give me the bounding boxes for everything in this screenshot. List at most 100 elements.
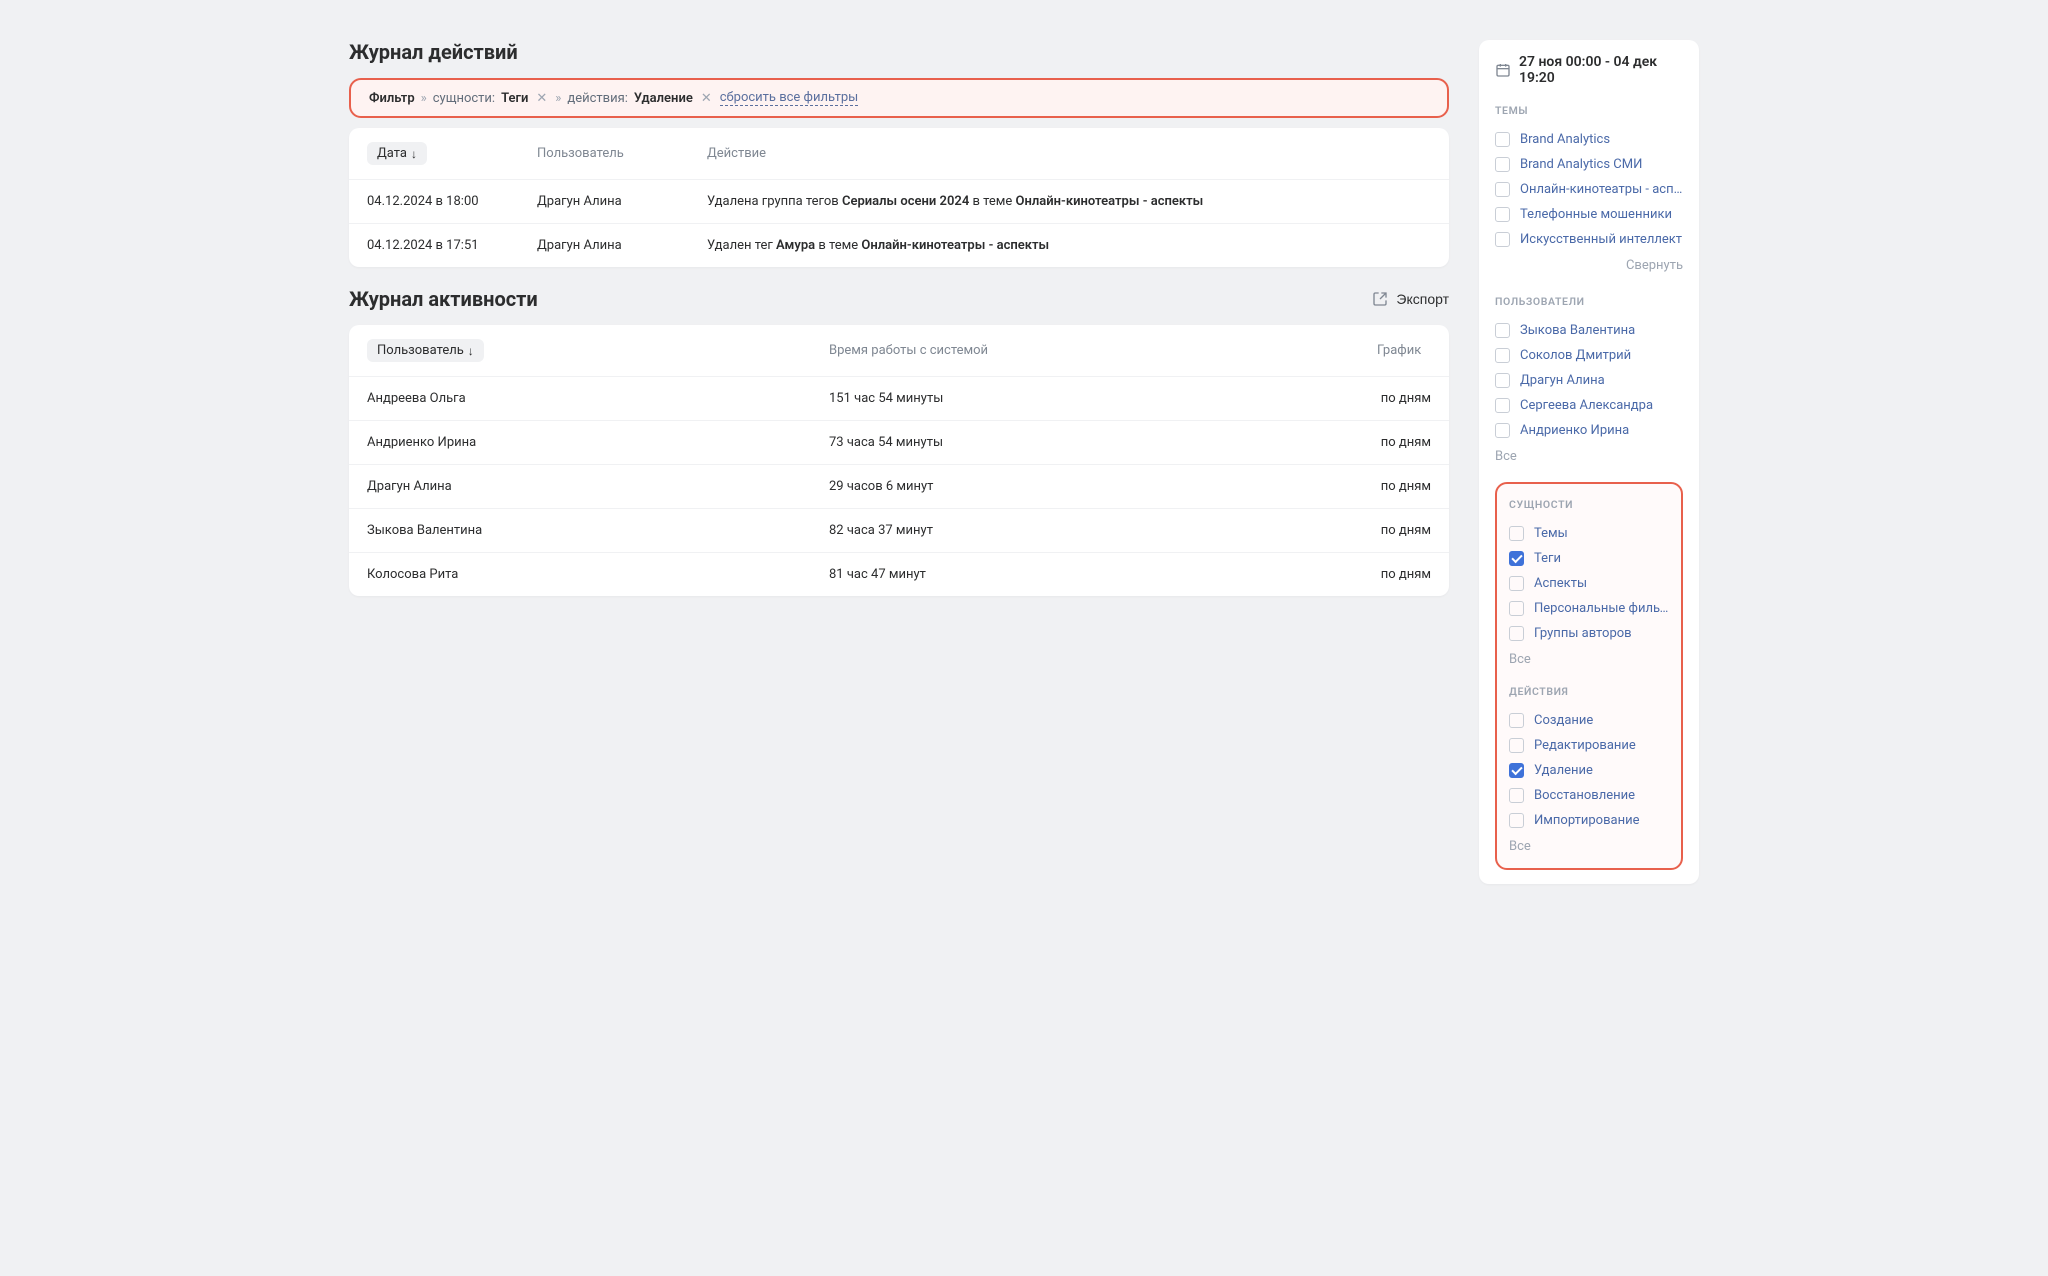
table-row: Драгун Алина29 часов 6 минутпо дням <box>349 465 1449 509</box>
sidebar-group-users: ПОЛЬЗОВАТЕЛИ Зыкова Валентина Соколов Дми… <box>1495 291 1683 468</box>
checkbox-row[interactable]: Удаление <box>1509 758 1669 783</box>
checkbox-label: Редактирование <box>1534 738 1636 753</box>
filter-actions-remove[interactable]: ✕ <box>699 91 714 106</box>
checkbox[interactable] <box>1495 423 1510 438</box>
checkbox-row[interactable]: Группы авторов <box>1509 621 1669 646</box>
sidebar-group-title: ПОЛЬЗОВАТЕЛИ <box>1495 295 1683 308</box>
checkbox[interactable] <box>1495 323 1510 338</box>
checkbox-label: Сергеева Александра <box>1520 398 1653 413</box>
sort-arrow-icon: ↓ <box>468 344 474 358</box>
checkbox[interactable] <box>1509 713 1524 728</box>
checkbox-row[interactable]: Импортирование <box>1509 808 1669 833</box>
cell-user: Драгун Алина <box>519 224 689 268</box>
checkbox[interactable] <box>1495 157 1510 172</box>
table-row: Колосова Рита81 час 47 минутпо дням <box>349 553 1449 597</box>
checkbox-row[interactable]: Драгун Алина <box>1495 368 1683 393</box>
cell-date: 04.12.2024 в 18:00 <box>349 180 519 224</box>
actions-header-action[interactable]: Действие <box>689 128 1449 180</box>
sidebar-card: 27 ноя 00:00 - 04 дек 19:20 ТЕМЫ Brand A… <box>1479 40 1699 884</box>
cell-time: 73 часа 54 минуты <box>811 421 1359 465</box>
cell-time: 151 час 54 минуты <box>811 377 1359 421</box>
checkbox-row[interactable]: Сергеева Александра <box>1495 393 1683 418</box>
checkbox-label: Импортирование <box>1534 813 1640 828</box>
checkbox-row[interactable]: Аспекты <box>1509 571 1669 596</box>
by-days-link[interactable]: по дням <box>1359 421 1449 465</box>
checkbox[interactable] <box>1509 576 1524 591</box>
calendar-icon <box>1495 62 1511 78</box>
sidebar-group-title: СУЩНОСТИ <box>1509 498 1669 511</box>
filter-bar: Фильтр » сущности: Теги ✕ » действия: Уд… <box>349 78 1449 118</box>
sidebar-all-link[interactable]: Все <box>1509 652 1669 667</box>
checkbox-row[interactable]: Искусственный интеллект <box>1495 227 1683 252</box>
sidebar-collapse-link[interactable]: Свернуть <box>1495 258 1683 273</box>
checkbox-row[interactable]: Темы <box>1509 521 1669 546</box>
by-days-link[interactable]: по дням <box>1359 553 1449 597</box>
activity-header-time[interactable]: Время работы с системой <box>811 325 1359 377</box>
cell-date: 04.12.2024 в 17:51 <box>349 224 519 268</box>
checkbox[interactable] <box>1509 626 1524 641</box>
checkbox[interactable] <box>1495 348 1510 363</box>
checkbox[interactable] <box>1495 132 1510 147</box>
cell-action: Удалена группа тегов Сериалы осени 2024 … <box>689 180 1449 224</box>
checkbox[interactable] <box>1509 551 1524 566</box>
checkbox[interactable] <box>1495 398 1510 413</box>
checkbox[interactable] <box>1509 738 1524 753</box>
checkbox[interactable] <box>1509 788 1524 803</box>
filter-actions-value: Удаление <box>634 91 693 106</box>
sidebar-group-title: ДЕЙСТВИЯ <box>1509 685 1669 698</box>
checkbox-label: Персональные фильтры <box>1534 601 1669 616</box>
cell-user: Колосова Рита <box>349 553 811 597</box>
checkbox-label: Группы авторов <box>1534 626 1632 641</box>
sidebar-highlight-panel: СУЩНОСТИ Темы Теги Аспекты Персональные фил… <box>1495 482 1683 870</box>
checkbox-label: Зыкова Валентина <box>1520 323 1635 338</box>
sidebar-all-link[interactable]: Все <box>1495 449 1683 464</box>
checkbox-label: Восстановление <box>1534 788 1635 803</box>
activity-sort-user[interactable]: Пользователь ↓ <box>367 339 484 362</box>
checkbox[interactable] <box>1509 526 1524 541</box>
date-range-picker[interactable]: 27 ноя 00:00 - 04 дек 19:20 <box>1495 54 1683 86</box>
checkbox-row[interactable]: Персональные фильтры <box>1509 596 1669 621</box>
checkbox-label: Создание <box>1534 713 1593 728</box>
actions-sort-date[interactable]: Дата ↓ <box>367 142 427 165</box>
checkbox-label: Аспекты <box>1534 576 1587 591</box>
checkbox[interactable] <box>1495 373 1510 388</box>
checkbox-row[interactable]: Телефонные мошенники <box>1495 202 1683 227</box>
checkbox-row[interactable]: Brand Analytics СМИ <box>1495 152 1683 177</box>
sidebar-group-title: ТЕМЫ <box>1495 104 1683 117</box>
cell-user: Андреева Ольга <box>349 377 811 421</box>
sort-arrow-icon: ↓ <box>411 147 417 161</box>
export-button[interactable]: Экспорт <box>1372 291 1449 307</box>
checkbox-row[interactable]: Brand Analytics <box>1495 127 1683 152</box>
by-days-link[interactable]: по дням <box>1359 377 1449 421</box>
checkbox-label: Удаление <box>1534 763 1593 778</box>
checkbox[interactable] <box>1509 763 1524 778</box>
checkbox[interactable] <box>1509 601 1524 616</box>
checkbox-row[interactable]: Редактирование <box>1509 733 1669 758</box>
checkbox-row[interactable]: Восстановление <box>1509 783 1669 808</box>
filter-actions-prefix: действия: <box>567 91 628 106</box>
checkbox-row[interactable]: Онлайн-кинотеатры - аспе... <box>1495 177 1683 202</box>
by-days-link[interactable]: по дням <box>1359 465 1449 509</box>
checkbox-label: Телефонные мошенники <box>1520 207 1672 222</box>
checkbox-row[interactable]: Андриенко Ирина <box>1495 418 1683 443</box>
checkbox-row[interactable]: Зыкова Валентина <box>1495 318 1683 343</box>
activity-header-chart[interactable]: График <box>1359 325 1449 377</box>
checkbox-label: Андриенко Ирина <box>1520 423 1629 438</box>
checkbox[interactable] <box>1495 207 1510 222</box>
checkbox-row[interactable]: Теги <box>1509 546 1669 571</box>
export-icon <box>1372 291 1388 307</box>
checkbox[interactable] <box>1495 182 1510 197</box>
checkbox-row[interactable]: Создание <box>1509 708 1669 733</box>
checkbox[interactable] <box>1495 232 1510 247</box>
checkbox-label: Онлайн-кинотеатры - аспе... <box>1520 182 1683 197</box>
actions-header-user[interactable]: Пользователь <box>519 128 689 180</box>
filter-chevron: » <box>421 91 427 106</box>
sidebar-all-link[interactable]: Все <box>1509 839 1669 854</box>
checkbox[interactable] <box>1509 813 1524 828</box>
checkbox-label: Теги <box>1534 551 1561 566</box>
filter-reset-link[interactable]: сбросить все фильтры <box>720 90 859 106</box>
filter-entities-remove[interactable]: ✕ <box>534 91 549 106</box>
by-days-link[interactable]: по дням <box>1359 509 1449 553</box>
cell-time: 29 часов 6 минут <box>811 465 1359 509</box>
checkbox-row[interactable]: Соколов Дмитрий <box>1495 343 1683 368</box>
